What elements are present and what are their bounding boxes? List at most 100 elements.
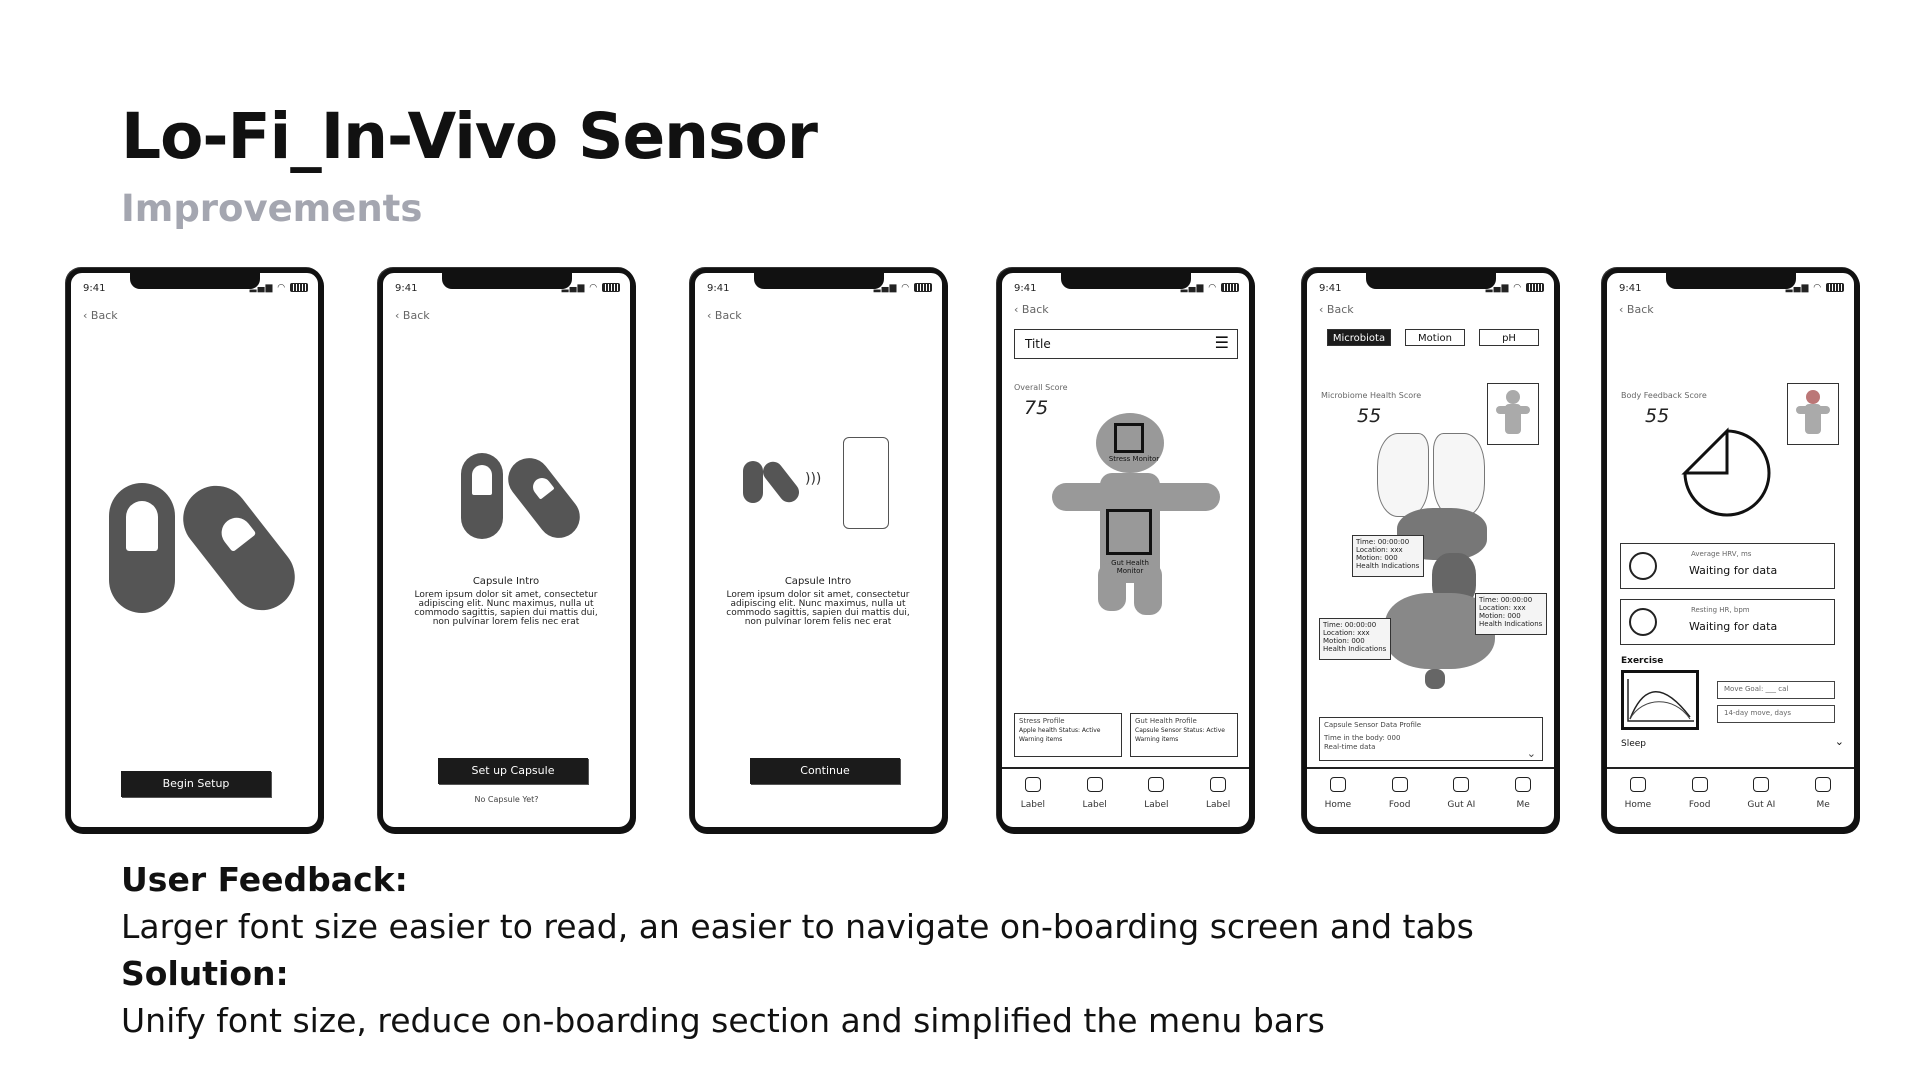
tab-home[interactable]: Home bbox=[1313, 769, 1363, 827]
battery-icon bbox=[1221, 283, 1239, 292]
capsule-sensor-data-card[interactable]: Capsule Sensor Data Profile Time in the … bbox=[1319, 717, 1543, 761]
move-goal-field[interactable]: Move Goal: ___ cal bbox=[1717, 681, 1835, 699]
tab-motion[interactable]: Motion bbox=[1405, 329, 1465, 346]
profile-icon bbox=[1815, 777, 1832, 792]
avatar-thumbnail[interactable] bbox=[1487, 383, 1539, 445]
sensor-info-popup-3: Time: 00:00:00 Location: xxx Motion: 000… bbox=[1319, 618, 1391, 660]
capsule-intro-heading: Capsule Intro bbox=[472, 576, 540, 587]
avatar-thumbnail[interactable] bbox=[1787, 383, 1839, 445]
food-icon bbox=[1391, 777, 1408, 792]
home-icon bbox=[1329, 777, 1346, 792]
info-motion: Motion: 000 bbox=[1323, 637, 1365, 645]
chevron-down-icon[interactable]: ⌄ bbox=[1527, 748, 1536, 759]
hrv-pie-icon bbox=[1629, 552, 1657, 580]
hrv-card[interactable]: Average HRV, ms Waiting for data bbox=[1620, 543, 1835, 589]
tab-label-3[interactable]: Label bbox=[1131, 769, 1181, 827]
gut-ai-icon bbox=[1453, 777, 1470, 792]
home-icon bbox=[1629, 777, 1646, 792]
stress-profile-status: Apple health Status: Active bbox=[1019, 727, 1101, 734]
back-button[interactable]: ‹ Back bbox=[1619, 303, 1654, 316]
resting-hr-pie-icon bbox=[1629, 608, 1657, 636]
tab-icon bbox=[1024, 777, 1041, 792]
solution-text: Unify font size, reduce on-boarding sect… bbox=[121, 1001, 1325, 1040]
capsule-intro-text: Capsule Intro Lorem ipsum dolor sit amet… bbox=[723, 577, 913, 627]
tab-home[interactable]: Home bbox=[1613, 769, 1663, 827]
gut-health-monitor-label: Gut Health Monitor bbox=[1111, 559, 1149, 575]
status-icons: ▂▄▆ ◠ bbox=[1786, 283, 1844, 293]
back-button[interactable]: ‹ Back bbox=[83, 309, 118, 322]
tab-label-1[interactable]: Label bbox=[1008, 769, 1058, 827]
sleep-label: Sleep bbox=[1621, 739, 1647, 749]
phone-notch bbox=[754, 271, 884, 289]
phone-screen-begin-setup: 9:41 ▂▄▆ ◠ ‹ Back Begin Setup bbox=[66, 268, 323, 832]
capsule-sensor-title: Capsule Sensor Data Profile bbox=[1324, 721, 1422, 729]
capsule-intro-body: Lorem ipsum dolor sit amet, consectetur … bbox=[726, 590, 910, 627]
score-pie-chart bbox=[1681, 427, 1771, 517]
tab-me[interactable]: Me bbox=[1498, 769, 1548, 827]
tab-label-4[interactable]: Label bbox=[1193, 769, 1243, 827]
exercise-chart[interactable] bbox=[1621, 670, 1699, 730]
tab-label-2[interactable]: Label bbox=[1070, 769, 1120, 827]
exercise-curve-icon bbox=[1627, 679, 1694, 722]
phone-screen-capsule-intro: 9:41 ▂▄▆ ◠ ‹ Back Capsule Intro Lorem ip… bbox=[378, 268, 635, 832]
info-health: Health Indications bbox=[1356, 562, 1420, 570]
tab-food[interactable]: Food bbox=[1675, 769, 1725, 827]
tab-gut-ai[interactable]: Gut AI bbox=[1736, 769, 1786, 827]
sensor-info-popup-1: Time: 00:00:00 Location: xxx Motion: 000… bbox=[1352, 535, 1424, 577]
continue-button[interactable]: Continue bbox=[750, 758, 900, 784]
resting-hr-value: Waiting for data bbox=[1689, 620, 1778, 633]
chevron-down-icon[interactable]: ⌄ bbox=[1835, 735, 1844, 748]
battery-icon bbox=[1826, 283, 1844, 292]
phone-screen-capsule-pairing: 9:41 ▂▄▆ ◠ ‹ Back ))) Capsule Intro Lore… bbox=[690, 268, 947, 832]
stress-profile-card[interactable]: Stress Profile Apple health Status: Acti… bbox=[1014, 713, 1122, 757]
tab-gut-ai[interactable]: Gut AI bbox=[1436, 769, 1486, 827]
phone-notch bbox=[1666, 271, 1796, 289]
status-icons: ▂▄▆ ◠ bbox=[1486, 283, 1544, 293]
sensor-info-popup-2: Time: 00:00:00 Location: xxx Motion: 000… bbox=[1475, 593, 1547, 635]
body-feedback-score-label: Body Feedback Score bbox=[1621, 391, 1707, 400]
tab-ph[interactable]: pH bbox=[1479, 329, 1539, 346]
hrv-label: Average HRV, ms bbox=[1691, 550, 1752, 558]
back-button[interactable]: ‹ Back bbox=[395, 309, 430, 322]
back-button[interactable]: ‹ Back bbox=[1014, 303, 1049, 316]
gut-health-profile-card[interactable]: Gut Health Profile Capsule Sensor Status… bbox=[1130, 713, 1238, 757]
set-up-capsule-button[interactable]: Set up Capsule bbox=[438, 758, 588, 784]
status-time: 9:41 bbox=[1014, 283, 1037, 294]
info-time: Time: 00:00:00 bbox=[1356, 538, 1410, 546]
gut-health-profile-title: Gut Health Profile bbox=[1135, 717, 1197, 725]
gut-health-monitor-box[interactable] bbox=[1106, 509, 1152, 555]
tab-bar: Home Food Gut AI Me bbox=[1307, 767, 1554, 827]
page-subtitle: Improvements bbox=[121, 187, 423, 230]
back-button[interactable]: ‹ Back bbox=[707, 309, 742, 322]
gut-health-profile-warning: Warning items bbox=[1135, 736, 1179, 743]
move-days-field[interactable]: 14-day move, days bbox=[1717, 705, 1835, 723]
status-icons: ▂▄▆ ◠ bbox=[250, 283, 308, 293]
status-time: 9:41 bbox=[83, 283, 106, 294]
overall-score-value: 75 bbox=[1024, 397, 1049, 419]
tab-bar: Home Food Gut AI Me bbox=[1607, 767, 1854, 827]
status-time: 9:41 bbox=[395, 283, 418, 294]
status-icons: ▂▄▆ ◠ bbox=[1181, 283, 1239, 293]
info-motion: Motion: 000 bbox=[1479, 612, 1521, 620]
tab-microbiota[interactable]: Microbiota bbox=[1327, 329, 1391, 346]
title-bar: Title ☰ bbox=[1014, 329, 1238, 359]
feedback-section: User Feedback: Larger font size easier t… bbox=[121, 856, 1474, 1044]
body-feedback-score-value: 55 bbox=[1645, 405, 1670, 427]
info-location: Location: xxx bbox=[1323, 629, 1370, 637]
gut-ai-icon bbox=[1753, 777, 1770, 792]
score-pie-gap bbox=[1681, 427, 1729, 475]
resting-hr-label: Resting HR, bpm bbox=[1691, 606, 1750, 614]
stress-profile-title: Stress Profile bbox=[1019, 717, 1065, 725]
menu-icon[interactable]: ☰ bbox=[1215, 333, 1229, 352]
no-capsule-link[interactable]: No Capsule Yet? bbox=[383, 795, 630, 804]
tab-me[interactable]: Me bbox=[1798, 769, 1848, 827]
stress-monitor-box[interactable] bbox=[1114, 423, 1144, 453]
battery-icon bbox=[914, 283, 932, 292]
user-feedback-text: Larger font size easier to read, an easi… bbox=[121, 907, 1474, 946]
resting-hr-card[interactable]: Resting HR, bpm Waiting for data bbox=[1620, 599, 1835, 645]
back-button[interactable]: ‹ Back bbox=[1319, 303, 1354, 316]
tab-food[interactable]: Food bbox=[1375, 769, 1425, 827]
page-title: Lo-Fi_In-Vivo Sensor bbox=[121, 100, 818, 173]
begin-setup-button[interactable]: Begin Setup bbox=[121, 771, 271, 797]
overall-score-label: Overall Score bbox=[1014, 383, 1068, 392]
